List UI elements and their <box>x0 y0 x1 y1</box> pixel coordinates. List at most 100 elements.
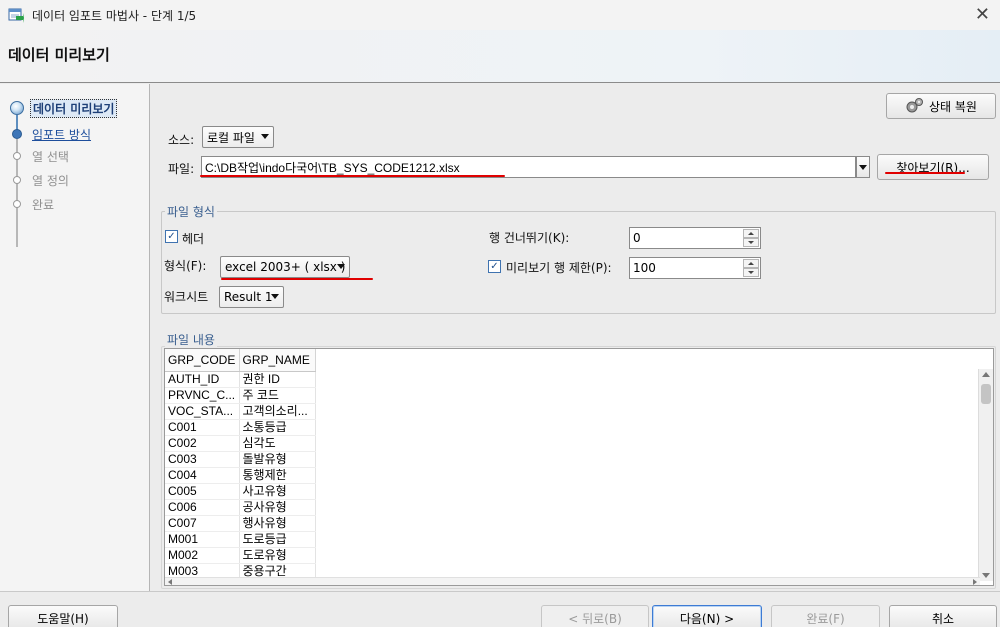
finish-button[interactable]: 완료(F) <box>771 605 880 627</box>
preview-limit-spinner[interactable]: 100 <box>629 257 761 279</box>
table-row: C004 통행제한 <box>165 467 316 484</box>
table-cell: 심각도 <box>239 435 316 452</box>
table-cell: 돌발유형 <box>239 451 316 468</box>
worksheet-select[interactable]: Result 1 <box>219 286 284 308</box>
table-row: M002 도로유형 <box>165 547 316 564</box>
table-cell: VOC_STA... <box>165 403 240 420</box>
skip-rows-value: 0 <box>633 231 641 245</box>
table-row: M001 도로등급 <box>165 531 316 548</box>
step-current-icon <box>10 101 24 115</box>
close-icon[interactable]: ✕ <box>975 4 990 25</box>
scroll-up-icon[interactable] <box>982 372 990 377</box>
wizard-main-panel: 상태 복원 소스: 로컬 파일 파일: C:\DB작업\indo다국어\TB_S… <box>151 84 1000 591</box>
annotation-underline-file-path <box>200 175 505 177</box>
sidebar-step-finish: 완료 <box>0 193 148 215</box>
sidebar-step-label: 열 정의 <box>32 173 69 188</box>
chevron-down-icon <box>859 165 867 170</box>
file-label: 파일: <box>168 162 195 176</box>
table-cell: C006 <box>165 499 240 516</box>
table-cell: M002 <box>165 547 240 564</box>
table-cell: 소통등급 <box>239 419 316 436</box>
wizard-header: 데이터 미리보기 <box>0 30 1000 83</box>
restore-state-label: 상태 복원 <box>929 99 977 114</box>
table-cell: 공사유형 <box>239 499 316 516</box>
column-header[interactable]: GRP_NAME <box>239 349 316 372</box>
next-button[interactable]: 다음(N) > <box>652 605 762 627</box>
sidebar-step-data-preview[interactable]: 데이터 미리보기 <box>0 97 148 119</box>
source-value: 로컬 파일 <box>207 130 255 145</box>
column-header[interactable]: GRP_CODE <box>165 349 240 372</box>
scroll-right-icon[interactable] <box>973 579 977 585</box>
table-row: PRVNC_C... 주 코드 <box>165 387 316 404</box>
scroll-thumb[interactable] <box>981 384 991 404</box>
sidebar-step-define-columns: 열 정의 <box>0 169 148 191</box>
table-cell: AUTH_ID <box>165 371 240 388</box>
help-label: 도움말(H) <box>37 611 89 626</box>
preview-table: GRP_CODE GRP_NAME AUTH_ID 권한 ID PRVNC_C..… <box>165 349 316 580</box>
table-cell: 사고유형 <box>239 483 316 500</box>
table-row: VOC_STA... 고객의소리... <box>165 403 316 420</box>
next-label: 다음(N) > <box>679 611 735 626</box>
table-row: C007 행사유형 <box>165 515 316 532</box>
table-cell: 권한 ID <box>239 371 316 388</box>
spin-up-icon[interactable] <box>743 259 759 268</box>
vertical-scrollbar[interactable] <box>978 369 993 581</box>
help-button[interactable]: 도움말(H) <box>8 605 118 627</box>
finish-label: 완료(F) <box>806 611 845 626</box>
wizard-steps-sidebar: 데이터 미리보기 임포트 방식 열 선택 열 정의 완료 <box>0 84 150 591</box>
table-cell: 고객의소리... <box>239 403 316 420</box>
worksheet-label: 워크시트 <box>164 290 209 304</box>
scroll-down-icon[interactable] <box>982 573 990 578</box>
spin-down-icon[interactable] <box>743 268 759 277</box>
table-cell: 통행제한 <box>239 467 316 484</box>
cancel-label: 취소 <box>931 611 955 626</box>
skip-rows-spinner[interactable]: 0 <box>629 227 761 249</box>
header-checkbox[interactable]: ✓ <box>165 230 178 243</box>
table-cell: 도로유형 <box>239 547 316 564</box>
window-titlebar: 데이터 임포트 마법사 - 단계 1/5 ✕ <box>0 0 1000 30</box>
browse-button[interactable]: 찾아보기(R)... <box>877 154 989 180</box>
file-path-value: C:\DB작업\indo다국어\TB_SYS_CODE1212.xlsx <box>205 160 460 175</box>
worksheet-value: Result 1 <box>224 290 273 304</box>
spin-up-icon[interactable] <box>743 229 759 238</box>
sidebar-step-import-method[interactable]: 임포트 방식 <box>0 123 148 145</box>
restore-state-button[interactable]: 상태 복원 <box>886 93 996 119</box>
table-cell: M001 <box>165 531 240 548</box>
table-cell: 주 코드 <box>239 387 316 404</box>
sidebar-step-label: 열 선택 <box>32 149 69 164</box>
table-header-row: GRP_CODE GRP_NAME <box>165 349 316 372</box>
preview-limit-checkbox[interactable]: ✓ <box>488 260 501 273</box>
table-row: C006 공사유형 <box>165 499 316 516</box>
source-select[interactable]: 로컬 파일 <box>202 126 274 148</box>
table-row: AUTH_ID 권한 ID <box>165 371 316 388</box>
checkmark-icon: ✓ <box>490 260 499 272</box>
spin-down-icon[interactable] <box>743 238 759 247</box>
step-node-icon <box>13 176 21 184</box>
table-cell: PRVNC_C... <box>165 387 240 404</box>
file-contents-preview[interactable]: GRP_CODE GRP_NAME AUTH_ID 권한 ID PRVNC_C..… <box>164 348 994 586</box>
checkmark-icon: ✓ <box>167 230 176 242</box>
file-history-dropdown[interactable] <box>856 156 870 178</box>
back-button[interactable]: < 뒤로(B) <box>541 605 649 627</box>
source-label: 소스: <box>168 133 195 147</box>
preview-limit-value: 100 <box>633 261 656 275</box>
wizard-footer: 도움말(H) < 뒤로(B) 다음(N) > 완료(F) 취소 <box>0 591 1000 627</box>
table-row: C002 심각도 <box>165 435 316 452</box>
import-wizard-icon <box>8 8 24 23</box>
table-cell: C003 <box>165 451 240 468</box>
horizontal-scrollbar[interactable] <box>165 577 980 585</box>
scroll-left-icon[interactable] <box>168 579 172 585</box>
step-node-icon <box>13 200 21 208</box>
format-select[interactable]: excel 2003+ ( xlsx ) <box>220 256 350 278</box>
sidebar-step-select-columns: 열 선택 <box>0 145 148 167</box>
chevron-down-icon <box>337 264 345 269</box>
window-title: 데이터 임포트 마법사 - 단계 1/5 <box>32 8 197 23</box>
cancel-button[interactable]: 취소 <box>889 605 997 627</box>
header-label: 헤더 <box>182 232 205 246</box>
table-cell: C001 <box>165 419 240 436</box>
skip-rows-label: 행 건너뛰기(K): <box>489 231 570 245</box>
preview-limit-label: 미리보기 행 제한(P): <box>506 261 612 275</box>
step-node-icon <box>12 129 22 139</box>
chevron-down-icon <box>261 134 269 139</box>
table-cell: C002 <box>165 435 240 452</box>
